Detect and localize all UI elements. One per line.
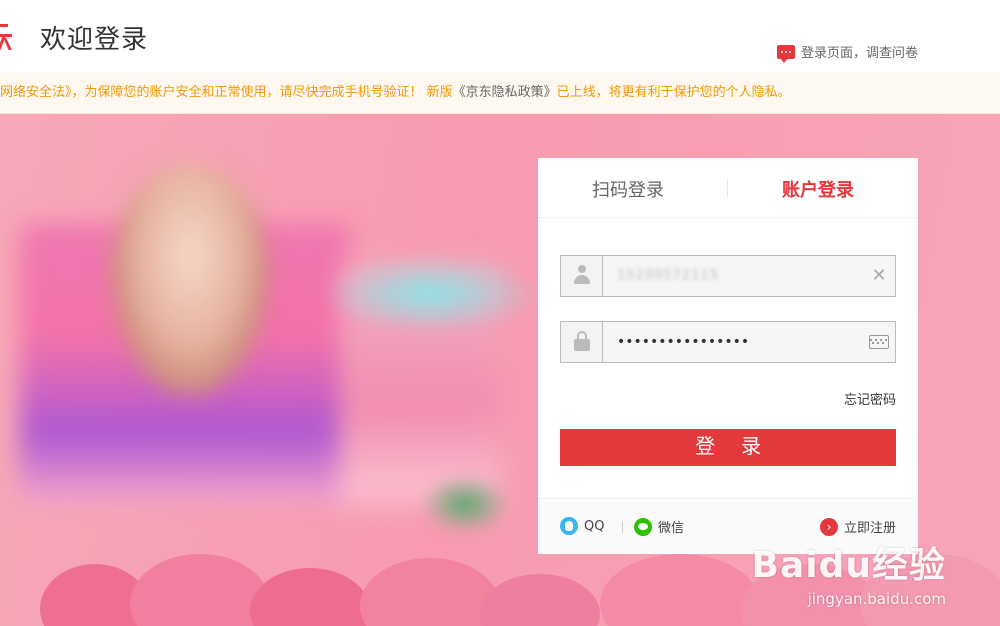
forgot-password-link[interactable]: 忘记密码 bbox=[844, 389, 896, 408]
wechat-login-link[interactable]: 微信 bbox=[634, 517, 684, 536]
username-field[interactable]: 15200572115 ✕ bbox=[560, 255, 896, 297]
tab-qr-login[interactable]: 扫码登录 bbox=[592, 176, 664, 202]
qq-login-link[interactable]: QQ bbox=[560, 517, 604, 535]
login-panel: 扫码登录 账户登录 15200572115 ✕ ••••••••••••••••… bbox=[538, 158, 918, 554]
jd-logo-icon[interactable] bbox=[0, 20, 16, 52]
clear-icon[interactable]: ✕ bbox=[869, 266, 889, 286]
watermark-brand: Baidu经验 bbox=[751, 545, 946, 586]
survey-link[interactable]: 登录页面，调查问卷 bbox=[776, 42, 918, 63]
login-tabs: 扫码登录 账户登录 bbox=[538, 158, 918, 218]
notice-bar: 网络安全法》，为保障您的账户安全和正常使用，请尽快完成手机号验证！ 新版《京东隐… bbox=[0, 72, 1000, 114]
arrow-right-icon: › bbox=[819, 517, 838, 536]
tab-divider bbox=[727, 180, 728, 198]
watermark-url: jingyan.baidu.com bbox=[807, 590, 946, 608]
qq-label[interactable]: QQ bbox=[584, 519, 604, 534]
username-input[interactable]: 15200572115 bbox=[617, 256, 719, 296]
user-icon bbox=[574, 265, 590, 285]
lock-icon bbox=[574, 331, 590, 351]
chat-bubble-icon bbox=[776, 44, 795, 63]
login-button[interactable]: 登录 bbox=[560, 429, 896, 466]
register-label[interactable]: 立即注册 bbox=[844, 517, 896, 536]
password-input[interactable]: •••••••••••••••• bbox=[617, 322, 749, 362]
tab-account-login[interactable]: 账户登录 bbox=[782, 176, 854, 202]
notice-text-before: 网络安全法》，为保障您的账户安全和正常使用，请尽快完成手机号验证！ 新版 bbox=[0, 85, 453, 100]
wechat-icon bbox=[634, 517, 652, 536]
privacy-policy-link[interactable]: 《京东隐私政策》 bbox=[453, 85, 557, 100]
keyboard-icon[interactable] bbox=[869, 335, 889, 349]
wechat-label[interactable]: 微信 bbox=[658, 517, 684, 536]
password-field[interactable]: •••••••••••••••• bbox=[560, 321, 896, 363]
footer-divider bbox=[622, 521, 623, 533]
register-link[interactable]: › 立即注册 bbox=[819, 517, 896, 536]
qq-icon bbox=[560, 517, 578, 535]
page-header: 欢迎登录 登录页面，调查问卷 bbox=[0, 0, 1000, 72]
username-icon-box bbox=[561, 256, 603, 296]
survey-link-label[interactable]: 登录页面，调查问卷 bbox=[801, 42, 918, 61]
password-icon-box bbox=[561, 322, 603, 362]
page-title: 欢迎登录 bbox=[40, 25, 149, 55]
notice-text-after: 已上线，将更有利于保护您的个人隐私。 bbox=[556, 85, 791, 100]
baidu-jingyan-watermark: Baidu经验 jingyan.baidu.com bbox=[752, 536, 946, 608]
